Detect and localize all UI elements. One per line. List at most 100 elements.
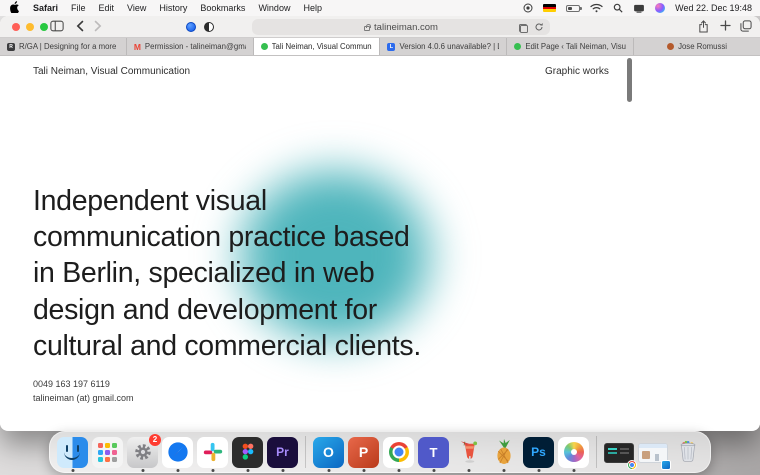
dock-item-minimized-window-light[interactable] xyxy=(638,437,668,468)
tab-edit-page[interactable]: Edit Page ‹ Tali Neiman, Visual... xyxy=(507,38,634,55)
dock-item-system-settings[interactable]: 2 xyxy=(127,437,158,468)
running-indicator xyxy=(537,469,540,472)
menu-bar: Safari File Edit View History Bookmarks … xyxy=(0,0,760,16)
nav-link-graphic-works[interactable]: Graphic works xyxy=(545,66,609,77)
tab-version-unavailable[interactable]: L Version 4.0.6 unavailable? | Lay... xyxy=(380,38,507,55)
hero-line: communication practice based xyxy=(33,219,421,255)
reload-icon[interactable] xyxy=(534,22,544,35)
dock-item-powerpoint[interactable]: P xyxy=(348,437,379,468)
spotlight-search-icon[interactable] xyxy=(613,3,623,13)
menu-item-bookmarks[interactable]: Bookmarks xyxy=(200,3,245,13)
running-indicator xyxy=(572,469,575,472)
hero-heading: Independent visual communication practic… xyxy=(33,183,421,364)
photoshop-icon: Ps xyxy=(523,437,554,468)
minimize-window-button[interactable] xyxy=(26,23,34,31)
hero-line: cultural and commercial clients. xyxy=(33,328,421,364)
dock-item-outlook[interactable]: O xyxy=(313,437,344,468)
menu-item-safari[interactable]: Safari xyxy=(33,3,58,13)
menu-item-history[interactable]: History xyxy=(159,3,187,13)
siri-icon[interactable] xyxy=(655,3,665,13)
contact-email[interactable]: talineiman (at) gmail.com xyxy=(33,392,134,406)
tab-label: R/GA | Designing for a more hu... xyxy=(19,42,119,51)
menu-item-edit[interactable]: Edit xyxy=(99,3,115,13)
translate-icon[interactable] xyxy=(519,24,528,33)
menu-item-file[interactable]: File xyxy=(71,3,86,13)
window-controls xyxy=(12,23,48,31)
running-indicator xyxy=(327,469,330,472)
running-indicator xyxy=(246,469,249,472)
running-indicator xyxy=(71,469,74,472)
dock-item-figma[interactable] xyxy=(232,437,263,468)
dock-item-slack[interactable] xyxy=(197,437,228,468)
hero-line: Independent visual xyxy=(33,183,421,219)
display-icon[interactable] xyxy=(633,4,645,13)
dock-separator xyxy=(596,436,597,468)
share-icon[interactable] xyxy=(698,20,709,33)
tab-overview-icon[interactable] xyxy=(740,20,752,32)
tab-jose-romussi[interactable]: Jose Romussi xyxy=(634,38,760,55)
tab-tali-neiman-active[interactable]: Tali Neiman, Visual Communica... xyxy=(254,38,381,55)
menu-item-view[interactable]: View xyxy=(127,3,146,13)
dock-item-photoshop[interactable]: Ps xyxy=(523,437,554,468)
zoom-window-button[interactable] xyxy=(40,23,48,31)
dock-item-pineapple[interactable] xyxy=(488,437,519,468)
dock-item-safari[interactable] xyxy=(162,437,193,468)
dock-item-photos[interactable] xyxy=(558,437,589,468)
tab-rga[interactable]: R R/GA | Designing for a more hu... xyxy=(0,38,127,55)
hero-line: design and development for xyxy=(33,292,421,328)
running-indicator xyxy=(362,469,365,472)
tab-favicon-rga: R xyxy=(7,43,15,51)
forward-icon[interactable] xyxy=(94,20,102,32)
running-indicator xyxy=(467,469,470,472)
tab-label: Jose Romussi xyxy=(678,42,727,51)
safari-compass-icon xyxy=(162,437,193,468)
status-icons: Wed 22. Dec 19:48 xyxy=(523,3,760,13)
dock-item-launchpad[interactable] xyxy=(92,437,123,468)
address-bar-actions xyxy=(519,22,544,35)
tab-favicon-orange-dot xyxy=(667,43,674,50)
outlook-badge-icon xyxy=(661,460,671,470)
running-indicator xyxy=(432,469,435,472)
dock-item-premiere-pro[interactable]: Pr xyxy=(267,437,298,468)
screen-recording-icon[interactable] xyxy=(523,3,533,13)
premiere-pro-icon: Pr xyxy=(267,437,298,468)
menu-item-window[interactable]: Window xyxy=(258,3,290,13)
menu-item-help[interactable]: Help xyxy=(303,3,322,13)
menu-bar-clock[interactable]: Wed 22. Dec 19:48 xyxy=(675,3,752,13)
lock-icon xyxy=(364,26,370,31)
menu-bar-left: Safari File Edit View History Bookmarks … xyxy=(0,1,322,15)
close-window-button[interactable] xyxy=(12,23,20,31)
tab-favicon-gmail: M xyxy=(134,42,141,52)
running-indicator xyxy=(502,469,505,472)
new-tab-icon[interactable] xyxy=(720,20,731,31)
scrollbar-thumb[interactable] xyxy=(627,58,632,102)
url-text: talineiman.com xyxy=(374,22,438,33)
running-indicator xyxy=(141,469,144,472)
back-icon[interactable] xyxy=(76,20,84,32)
tab-bar: R R/GA | Designing for a more hu... M Pe… xyxy=(0,38,760,56)
extension-blue-orb-icon[interactable] xyxy=(186,22,196,32)
dock-item-minimized-window-dark[interactable] xyxy=(604,437,634,468)
extension-shield-icon[interactable] xyxy=(204,22,214,32)
sidebar-toggle-icon[interactable] xyxy=(50,20,64,32)
slack-icon xyxy=(197,437,228,468)
cocktail-glass-icon xyxy=(453,437,484,468)
dock-item-chrome[interactable] xyxy=(383,437,414,468)
apple-logo-icon[interactable] xyxy=(10,1,20,15)
tab-gmail-permission[interactable]: M Permission - talineiman@gmail... xyxy=(127,38,254,55)
running-indicator xyxy=(397,469,400,472)
photos-flower-icon xyxy=(558,437,589,468)
dock-item-finder[interactable] xyxy=(57,437,88,468)
dock-item-cocktail[interactable] xyxy=(453,437,484,468)
hero-line: in Berlin, specialized in web xyxy=(33,255,421,291)
address-bar[interactable]: talineiman.com xyxy=(252,19,550,35)
figma-icon xyxy=(232,437,263,468)
wifi-icon[interactable] xyxy=(590,3,603,13)
dock-separator xyxy=(305,436,306,468)
site-title-link[interactable]: Tali Neiman, Visual Communication xyxy=(33,66,190,77)
germany-flag-input-icon[interactable] xyxy=(543,4,556,12)
desktop: Safari File Edit View History Bookmarks … xyxy=(0,0,760,475)
dock-item-teams[interactable]: T xyxy=(418,437,449,468)
battery-icon[interactable] xyxy=(566,5,580,12)
dock-item-trash[interactable] xyxy=(672,437,703,468)
